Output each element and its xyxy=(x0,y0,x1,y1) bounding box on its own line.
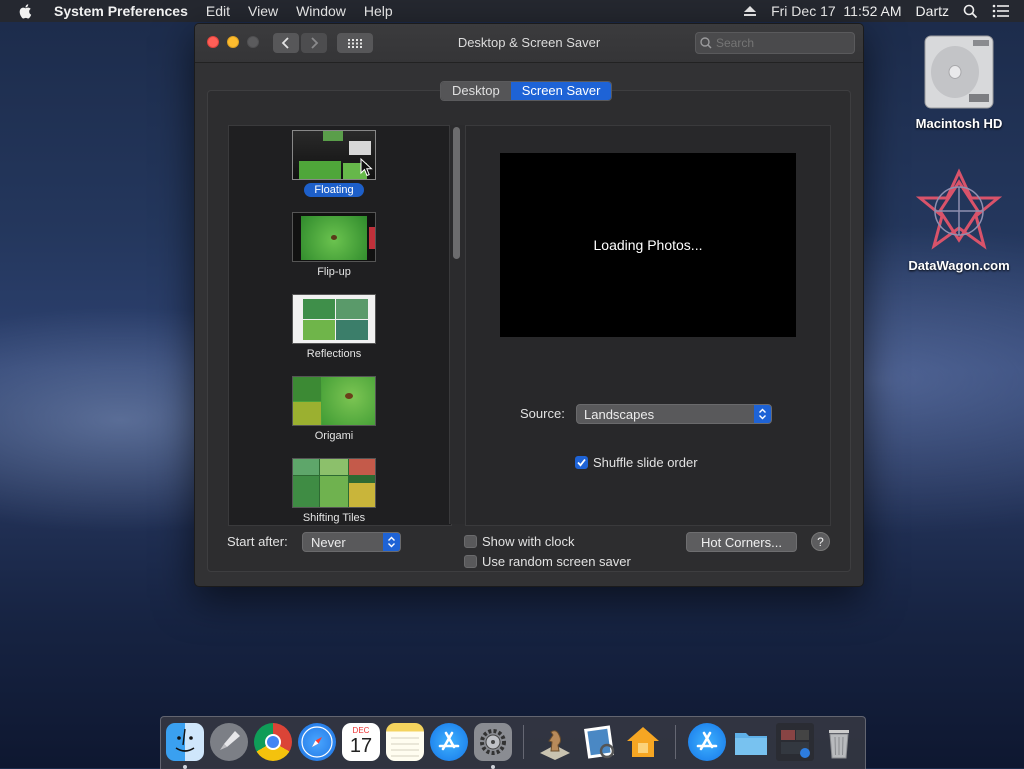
finder-icon[interactable] xyxy=(166,723,204,761)
chevron-left-icon xyxy=(281,37,289,49)
search-input[interactable] xyxy=(716,36,846,50)
menu-clock[interactable]: Fri Dec 17 11:52 AM xyxy=(771,3,901,19)
screen-saver-preview: Loading Photos... xyxy=(500,153,796,337)
dock-separator xyxy=(523,725,524,759)
home-icon[interactable] xyxy=(624,723,662,761)
shuffle-label[interactable]: Shuffle slide order xyxy=(593,455,698,470)
saver-label: Origami xyxy=(314,430,354,442)
shifting-tiles-thumbnail xyxy=(292,458,376,508)
tab-desktop[interactable]: Desktop xyxy=(441,82,511,100)
chevron-right-icon xyxy=(311,37,319,49)
chess-icon[interactable] xyxy=(536,723,574,761)
start-after-value: Never xyxy=(311,534,346,550)
source-value: Landscapes xyxy=(584,406,655,422)
show-all-button[interactable] xyxy=(337,33,373,53)
show-with-clock-label[interactable]: Show with clock xyxy=(482,534,574,549)
forward-button[interactable] xyxy=(301,33,327,53)
preview-icon[interactable] xyxy=(580,723,618,761)
window-titlebar[interactable]: Desktop & Screen Saver xyxy=(195,24,863,63)
menu-window[interactable]: Window xyxy=(296,3,346,19)
chrome-icon[interactable] xyxy=(254,723,292,761)
apple-icon[interactable] xyxy=(18,3,34,19)
menu-app-name[interactable]: System Preferences xyxy=(54,3,188,19)
list-item-reflections[interactable]: Reflections xyxy=(229,294,439,362)
datawagon-logo-icon xyxy=(916,168,1002,250)
shuffle-checkbox[interactable] xyxy=(575,456,588,469)
menu-view[interactable]: View xyxy=(248,3,278,19)
dock: DEC 17 xyxy=(160,716,866,769)
notes-icon[interactable] xyxy=(386,723,424,761)
screenshot-icon[interactable] xyxy=(776,723,814,761)
running-indicator xyxy=(491,765,495,769)
random-saver-label[interactable]: Use random screen saver xyxy=(482,554,631,569)
eject-icon[interactable] xyxy=(743,5,757,17)
popup-arrows-icon xyxy=(383,533,400,551)
dock-separator xyxy=(675,725,676,759)
start-after-label: Start after: xyxy=(227,534,288,549)
system-preferences-icon[interactable] xyxy=(474,723,512,761)
mouse-cursor-icon xyxy=(360,158,373,177)
zoom-button[interactable] xyxy=(247,36,259,48)
launchpad-icon[interactable] xyxy=(210,723,248,761)
calendar-month: DEC xyxy=(352,726,370,735)
tab-bar: Desktop Screen Saver xyxy=(440,81,613,101)
running-indicator xyxy=(183,765,187,769)
desktop-icon-macintosh-hd[interactable]: Macintosh HD xyxy=(904,32,1014,131)
saver-label: Reflections xyxy=(306,348,362,360)
checkmark-icon xyxy=(577,458,586,467)
show-with-clock-checkbox[interactable] xyxy=(464,535,477,548)
system-preferences-window: Desktop & Screen Saver Desktop Screen Sa… xyxy=(194,23,864,587)
desktop-icon-label: DataWagon.com xyxy=(908,258,1010,273)
screen-saver-list[interactable]: Floating Flip-up Reflections Origami Shi… xyxy=(228,125,452,526)
minimize-button[interactable] xyxy=(227,36,239,48)
app-store-downloads-icon[interactable] xyxy=(688,723,726,761)
close-button[interactable] xyxy=(207,36,219,48)
list-item-floating[interactable]: Floating xyxy=(229,130,439,198)
calendar-day: 17 xyxy=(349,735,373,757)
list-scrollbar-thumb[interactable] xyxy=(453,127,460,259)
notification-center-icon[interactable] xyxy=(992,4,1010,18)
desktop-icon-datawagon[interactable]: DataWagon.com xyxy=(904,168,1014,273)
source-popup[interactable]: Landscapes xyxy=(576,404,772,424)
popup-arrows-icon xyxy=(754,405,771,423)
trash-icon[interactable] xyxy=(820,723,858,761)
safari-icon[interactable] xyxy=(298,723,336,761)
reflections-thumbnail xyxy=(292,294,376,344)
hard-drive-icon xyxy=(924,35,994,109)
start-after-popup[interactable]: Never xyxy=(302,532,401,552)
spotlight-icon[interactable] xyxy=(963,4,978,19)
origami-thumbnail xyxy=(292,376,376,426)
menu-user[interactable]: Dartz xyxy=(916,3,949,19)
grid-icon xyxy=(348,39,362,48)
menu-edit[interactable]: Edit xyxy=(206,3,230,19)
calendar-icon[interactable]: DEC 17 xyxy=(342,723,380,761)
flip-up-thumbnail xyxy=(292,212,376,262)
saver-label: Flip-up xyxy=(317,266,351,278)
tab-screen-saver[interactable]: Screen Saver xyxy=(510,82,612,100)
list-item-origami[interactable]: Origami xyxy=(229,376,439,444)
saver-label: Shifting Tiles xyxy=(302,512,366,524)
search-field[interactable] xyxy=(695,32,855,54)
desktop-icon-label: Macintosh HD xyxy=(915,116,1003,131)
list-item-flip-up[interactable]: Flip-up xyxy=(229,212,439,280)
menu-help[interactable]: Help xyxy=(364,3,393,19)
folder-icon[interactable] xyxy=(732,723,770,761)
list-item-shifting-tiles[interactable]: Shifting Tiles xyxy=(229,458,439,525)
preview-loading-text: Loading Photos... xyxy=(593,237,703,253)
menu-bar: System Preferences Edit View Window Help… xyxy=(0,0,1024,22)
help-button[interactable]: ? xyxy=(811,532,830,551)
search-icon xyxy=(700,37,712,49)
random-saver-checkbox[interactable] xyxy=(464,555,477,568)
app-store-icon[interactable] xyxy=(430,723,468,761)
saver-label: Floating xyxy=(304,183,364,197)
hot-corners-button[interactable]: Hot Corners... xyxy=(686,532,797,552)
source-label: Source: xyxy=(520,406,565,421)
back-button[interactable] xyxy=(273,33,299,53)
